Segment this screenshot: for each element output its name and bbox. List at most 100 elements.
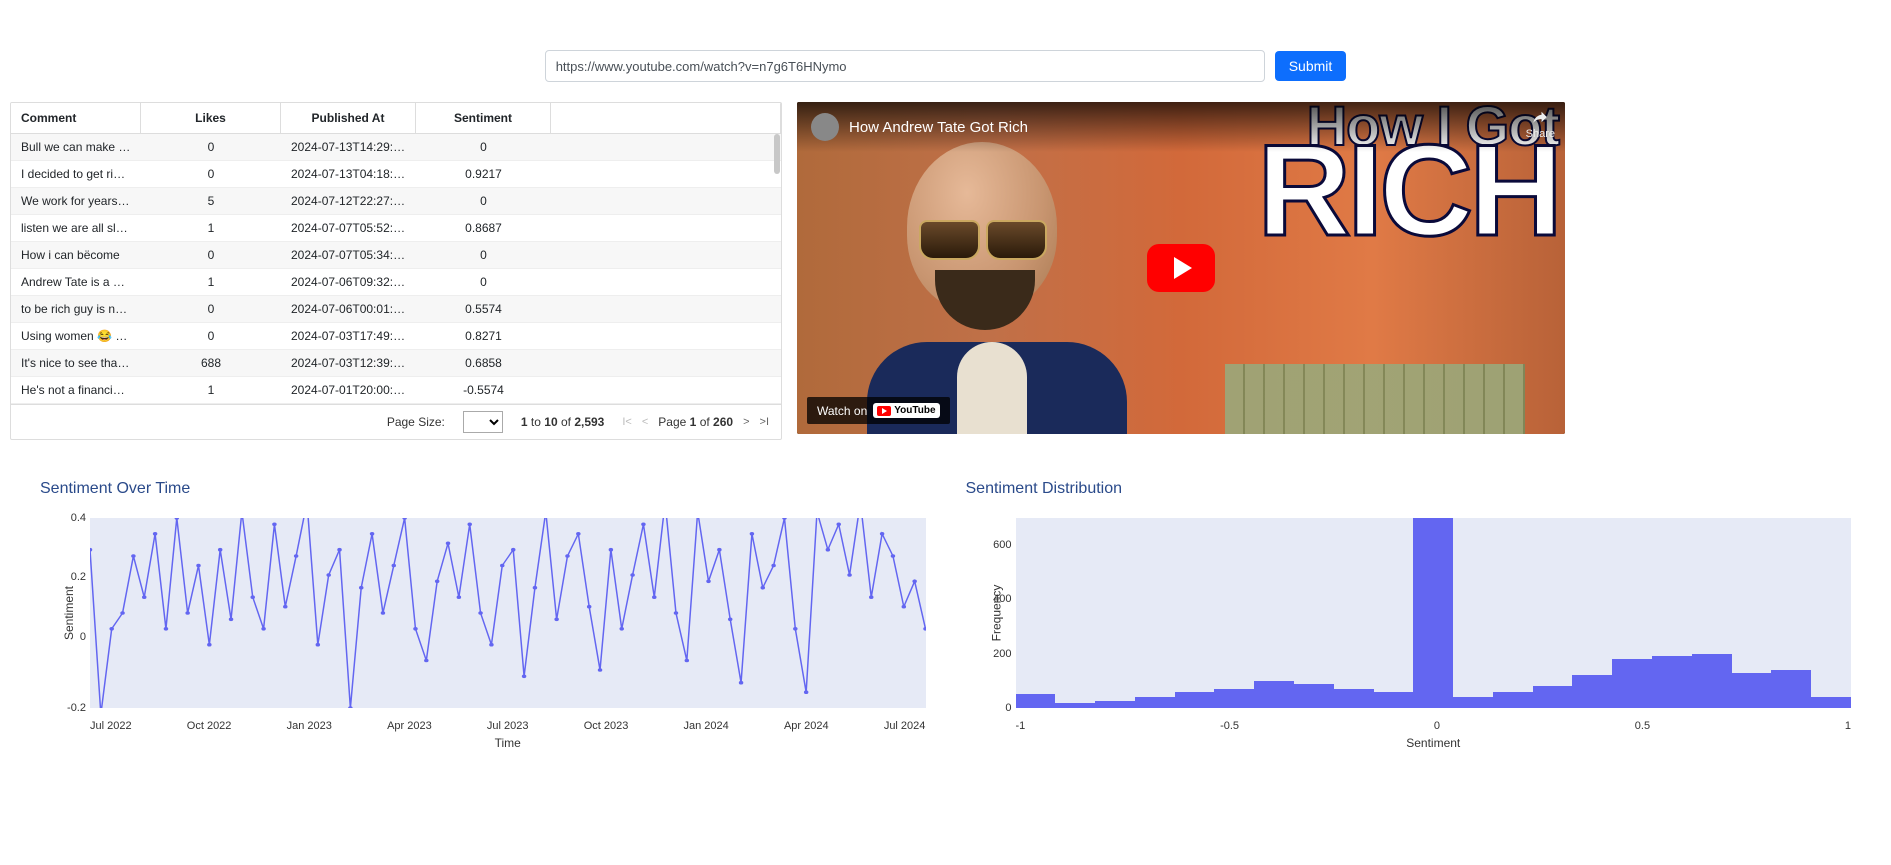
cell-sentiment: 0.6858 [416,350,551,376]
x-axis-label: Sentiment [1016,732,1852,750]
table-row[interactable]: listen we are all slaves n...12024-07-07… [11,215,781,242]
table-row[interactable]: Using women 😂 😂 😂 ...02024-07-03T17:49:4… [11,323,781,350]
cell-published: 2024-07-06T09:32:30Z [281,269,416,295]
histogram-bar [1294,684,1334,708]
submit-button[interactable]: Submit [1275,51,1347,81]
next-page-button[interactable]: > [743,416,749,428]
cell-published: 2024-07-01T20:00:29Z [281,377,416,403]
cell-likes: 0 [141,323,281,349]
grid-body[interactable]: Bull we can make more t...02024-07-13T14… [11,134,781,404]
table-row[interactable]: He's not a financial guru....12024-07-01… [11,377,781,404]
histogram-bar [1692,654,1732,708]
x-axis-label: Time [90,732,926,750]
histogram-bar [1334,689,1374,708]
histogram-bar [1612,659,1652,708]
histogram-bar [1254,681,1294,708]
cell-comment: We work for years to ear... [11,188,141,214]
share-button[interactable]: Share [1526,108,1555,140]
histogram-bar [1572,675,1612,708]
cell-sentiment: 0 [416,269,551,295]
watch-on-youtube[interactable]: Watch on YouTube [807,397,950,424]
cell-likes: 1 [141,269,281,295]
col-header-likes[interactable]: Likes [141,103,281,133]
chart-title: Sentiment Distribution [966,480,1852,498]
channel-avatar[interactable] [811,113,839,141]
cell-sentiment: 0.8271 [416,323,551,349]
cell-comment: to be rich guy is not col... [11,296,141,322]
histogram-bar [1095,701,1135,708]
grid-footer: Page Size: 1 to 10 of 2,593 I< < Page 1 … [11,404,781,439]
video-title[interactable]: How Andrew Tate Got Rich [849,119,1028,136]
video-url-input[interactable] [545,50,1265,82]
histogram-bar [1214,689,1254,708]
table-row[interactable]: to be rich guy is not col...02024-07-06T… [11,296,781,323]
cell-sentiment: -0.5574 [416,377,551,403]
page-indicator: Page 1 of 260 [658,415,733,429]
histogram-bar [1374,692,1414,708]
histogram-bar [1055,703,1095,708]
grid-header: Comment Likes Published At Sentiment [11,103,781,134]
table-row[interactable]: It's nice to see that he ta...6882024-07… [11,350,781,377]
histogram-bar [1493,692,1533,708]
table-row[interactable]: Bull we can make more t...02024-07-13T14… [11,134,781,161]
cell-sentiment: 0.8687 [416,215,551,241]
cell-comment: Andrew Tate is a Genius ... [11,269,141,295]
histogram-bar [1652,656,1692,708]
histogram-bar [1135,697,1175,708]
cell-published: 2024-07-12T22:27:48Z [281,188,416,214]
chart-sentiment-distribution: Sentiment Distribution Frequency 6004002… [966,480,1852,750]
table-row[interactable]: I decided to get rich rich...02024-07-13… [11,161,781,188]
share-icon [1531,108,1549,126]
rows-range: 1 to 10 of 2,593 [521,415,604,429]
cell-comment: Bull we can make more t... [11,134,141,160]
cell-likes: 1 [141,215,281,241]
col-header-comment[interactable]: Comment [11,103,141,133]
video-player[interactable]: How I Got RICH How Andrew Tate Got Rich [797,102,1565,434]
last-page-button[interactable]: >I [760,416,769,428]
cell-published: 2024-07-13T04:18:31Z [281,161,416,187]
histogram-bar [1453,697,1493,708]
col-header-blank [551,103,781,133]
cell-sentiment: 0 [416,134,551,160]
first-page-button[interactable]: I< [622,416,631,428]
table-row[interactable]: How i can bëcome02024-07-07T05:34:03Z0 [11,242,781,269]
cell-published: 2024-07-06T00:01:17Z [281,296,416,322]
play-button[interactable] [1147,244,1215,292]
col-header-sentiment[interactable]: Sentiment [416,103,551,133]
cell-sentiment: 0.9217 [416,161,551,187]
chart-sentiment-over-time: Sentiment Over Time Sentiment 0.40.20-0.… [40,480,926,750]
page-size-label: Page Size: [387,415,445,429]
comments-grid: Comment Likes Published At Sentiment Bul… [10,102,782,440]
table-row[interactable]: We work for years to ear...52024-07-12T2… [11,188,781,215]
cell-sentiment: 0.5574 [416,296,551,322]
line-plot[interactable] [90,518,926,708]
cell-likes: 0 [141,161,281,187]
cell-sentiment: 0 [416,188,551,214]
col-header-published[interactable]: Published At [281,103,416,133]
page-size-select[interactable] [463,411,503,433]
histogram-bar [1413,518,1453,708]
histogram-bar [1771,670,1811,708]
prev-page-button[interactable]: < [642,416,648,428]
youtube-logo-icon: YouTube [873,403,939,418]
cell-likes: 1 [141,377,281,403]
histogram-bar [1732,673,1772,708]
histogram-bars[interactable] [1016,518,1852,708]
cell-likes: 5 [141,188,281,214]
histogram-bar [1016,694,1056,708]
cell-likes: 0 [141,296,281,322]
cell-likes: 688 [141,350,281,376]
cell-published: 2024-07-03T17:49:40Z [281,323,416,349]
histogram-bar [1811,697,1851,708]
histogram-bar [1175,692,1215,708]
cell-comment: He's not a financial guru.... [11,377,141,403]
cell-sentiment: 0 [416,242,551,268]
cell-comment: It's nice to see that he ta... [11,350,141,376]
cell-likes: 0 [141,242,281,268]
cell-comment: I decided to get rich rich... [11,161,141,187]
cell-published: 2024-07-07T05:34:03Z [281,242,416,268]
cell-published: 2024-07-13T14:29:33Z [281,134,416,160]
cell-likes: 0 [141,134,281,160]
table-row[interactable]: Andrew Tate is a Genius ...12024-07-06T0… [11,269,781,296]
cell-comment: Using women 😂 😂 😂 ... [11,323,141,349]
